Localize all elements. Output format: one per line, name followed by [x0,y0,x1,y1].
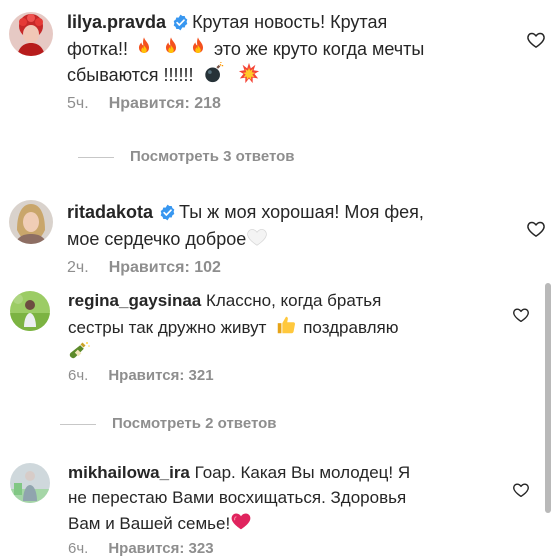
avatar[interactable] [10,291,50,331]
avatar[interactable] [9,12,53,56]
avatar-image [9,12,53,56]
comment-likes[interactable]: Нравится: 218 [109,95,221,113]
champagne-emoji-icon [68,340,92,364]
like-heart-icon[interactable] [512,306,530,324]
avatar[interactable] [9,200,53,244]
view-replies-label: Посмотреть 3 ответов [130,148,295,165]
comment-body-line-2: фотка!! [67,38,128,59]
comment-body-line-2: сестры так дружно живут [68,317,267,337]
fire-emoji-icon [187,36,209,58]
comment-username[interactable]: regina_gaysinaa [68,291,201,310]
comment-text: mikhailowa_ira Гоар. Какая Вы молодец! Я… [68,461,518,537]
red-heart-emoji-icon [230,510,252,532]
thumbs-up-emoji-icon [275,314,297,336]
comment-meta: 6ч. Нравится: 321 [68,367,214,384]
comment-meta: 6ч. Нравится: 323 [68,540,214,557]
view-replies-button[interactable]: Посмотреть 2 ответов [60,415,277,432]
view-replies-label: Посмотреть 2 ответов [112,415,277,432]
comment-body-line-1: Ты ж моя хорошая! Моя фея, [179,202,424,222]
comment-time: 6ч. [68,367,89,384]
comment-text: lilya.pravda Крутая новость! Крутая фотка… [67,10,527,89]
avatar-image [10,463,50,503]
comment-body-line-1: Классно, когда братья [205,291,382,310]
like-heart-icon[interactable] [526,219,546,239]
comment-body-line-3: Вам и Вашей семье! [68,514,231,534]
comment-likes[interactable]: Нравится: 321 [108,367,213,384]
comment-reply-item: regina_gaysinaa Классно, когда братья се… [0,283,560,403]
comment-likes[interactable]: Нравится: 323 [108,540,213,557]
comment-text: ritadakota Ты ж моя хорошая! Моя фея, мое… [67,200,527,252]
verified-badge-icon [159,204,176,221]
replies-divider [60,423,96,425]
verified-badge-icon [172,14,189,31]
collision-emoji-icon [238,62,260,84]
avatar[interactable] [10,463,50,503]
comment-item: lilya.pravda Крутая новость! Крутая фотка… [0,0,560,150]
comment-meta: 5ч. Нравится: 218 [67,95,221,113]
avatar-image [10,291,50,331]
comment-username[interactable]: mikhailowa_ira [68,463,190,482]
like-heart-icon[interactable] [512,481,530,499]
comment-time: 2ч. [67,259,89,276]
comment-body-line-2: мое сердечко доброе [67,228,247,249]
fire-emoji-icon [160,36,182,58]
comment-body-line-2: не перестаю Вами восхищаться. Здоровья [68,487,407,507]
like-heart-icon[interactable] [526,30,546,50]
comment-text: regina_gaysinaa Классно, когда братья се… [68,289,518,369]
comment-likes[interactable]: Нравится: 102 [109,259,221,277]
fire-emoji-icon [133,36,155,58]
comment-body-line-1: Крутая новость! Крутая [192,12,388,32]
view-replies-button[interactable]: Посмотреть 3 ответов [78,148,295,165]
comment-body-line-4: сбываются !!!!!! [67,65,194,86]
comment-reply-item: mikhailowa_ira Гоар. Какая Вы молодец! Я… [0,455,560,560]
comment-item: ritadakota Ты ж моя хорошая! Моя фея, мое… [0,190,560,280]
comment-username[interactable]: lilya.pravda [67,12,166,32]
comment-time: 5ч. [67,95,89,112]
bomb-emoji-icon [203,62,225,84]
comment-meta: 2ч. Нравится: 102 [67,259,221,277]
comment-body-line-3: это же круто когда мечты [214,38,425,59]
scrollbar[interactable] [545,283,551,513]
white-heart-emoji-icon [246,226,268,248]
comment-time: 6ч. [68,540,89,557]
avatar-image [9,200,53,244]
comment-body-line-1: Гоар. Какая Вы молодец! Я [194,463,411,482]
comment-username[interactable]: ritadakota [67,202,153,222]
comment-body-line-3: поздравляю [303,317,399,337]
replies-divider [78,156,114,158]
